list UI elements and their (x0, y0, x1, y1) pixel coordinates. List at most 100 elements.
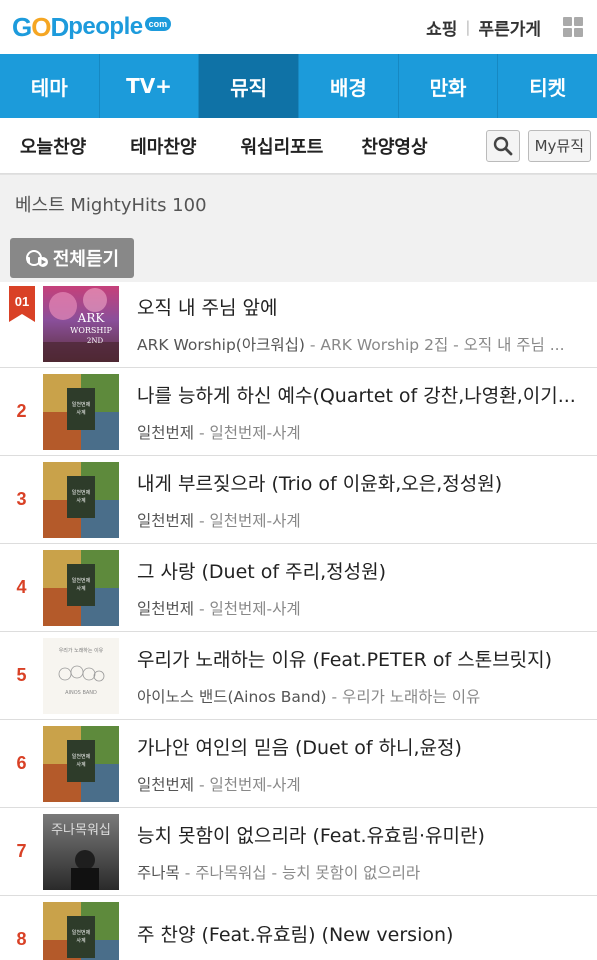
song-meta: 주나목 - 주나목워십 - 능치 못함이 없으리라 (137, 861, 587, 883)
song-album: - 일천번제-사계 (194, 599, 301, 618)
song-info: 가나안 여인의 믿음 (Duet of 하니,윤정) 일천번제 - 일천번제-사… (137, 733, 587, 795)
nav-tab-tickets[interactable]: 티켓 (498, 54, 597, 118)
rank-number: 8 (16, 929, 27, 949)
svg-text:일천번제: 일천번제 (72, 753, 91, 760)
section-title: 베스트 MightyHits 100 (0, 174, 597, 232)
song-artist[interactable]: 일천번제 (137, 424, 194, 442)
song-album: - 일천번제-사계 (194, 423, 301, 442)
song-info: 우리가 노래하는 이유 (Feat.PETER of 스톤브릿지) 아이노스 밴… (137, 645, 587, 707)
song-title[interactable]: 주 찬양 (Feat.유효림) (New version) (137, 920, 587, 947)
godpeople-logo[interactable]: GOD people com (12, 11, 172, 43)
search-button[interactable] (485, 129, 520, 162)
song-artist[interactable]: 주나목 (137, 864, 180, 882)
song-row[interactable]: 8 일천번제 사계 주 찬양 (Feat.유효림) (New version) (0, 896, 597, 960)
svg-text:사계: 사계 (76, 937, 86, 944)
song-row[interactable]: 2 일천번제 사계 나를 능하게 하신 예수(Quartet of 강찬,나영환,… (0, 368, 597, 456)
nav-tab-music[interactable]: 뮤직 (199, 54, 300, 118)
song-info: 주 찬양 (Feat.유효림) (New version) (137, 920, 587, 960)
song-row[interactable]: 7 주나목워십 능치 못함이 없으리라 (Feat.유효림·유미란) 주나목 -… (0, 808, 597, 896)
song-artist[interactable]: 일천번제 (137, 776, 194, 794)
rank-badge: 01 (9, 286, 35, 322)
search-icon (493, 136, 512, 155)
logo-com-badge: com (144, 17, 172, 31)
song-row[interactable]: 5 우리가 노래하는 이유 AINOS BAND 우리가 노래하는 이유 (Fea… (0, 632, 597, 720)
song-meta: 일천번제 - 일천번제-사계 (137, 597, 587, 619)
song-album: - ARK Worship 2집 - 오직 내 주님 ... (304, 335, 565, 354)
song-title[interactable]: 능치 못함이 없으리라 (Feat.유효림·유미란) (137, 821, 587, 848)
play-all-button[interactable]: 전체듣기 (10, 238, 134, 278)
svg-text:일천번제: 일천번제 (72, 489, 91, 496)
subnav-worship-report[interactable]: 워십리포트 (241, 133, 324, 159)
song-row[interactable]: 6 일천번제 사계 가나안 여인의 믿음 (Duet of 하니,윤정) 일천번제… (0, 720, 597, 808)
subnav-theme-praise[interactable]: 테마찬양 (130, 133, 196, 159)
rank-number: 6 (16, 753, 27, 773)
album-cover[interactable]: 일천번제 사계 (43, 901, 119, 960)
rank-number: 4 (16, 577, 27, 597)
shopping-link[interactable]: 쇼핑 (426, 15, 457, 40)
song-artist[interactable]: 일천번제 (137, 600, 194, 618)
subnav-praise-video[interactable]: 찬양영상 (361, 133, 427, 159)
play-all-row: 전체듣기 (0, 232, 597, 282)
song-meta: 일천번제 - 일천번제-사계 (137, 773, 587, 795)
svg-text:사계: 사계 (76, 761, 86, 768)
divider: | (465, 18, 471, 36)
song-title[interactable]: 가나안 여인의 믿음 (Duet of 하니,윤정) (137, 733, 587, 760)
song-info: 능치 못함이 없으리라 (Feat.유효림·유미란) 주나목 - 주나목워십 -… (137, 821, 587, 883)
song-meta: 일천번제 - 일천번제-사계 (137, 421, 587, 443)
song-title[interactable]: 나를 능하게 하신 예수(Quartet of 강찬,나영환,이기... (137, 381, 587, 408)
logo-god-text: GOD (12, 11, 69, 42)
song-info: 내게 부르짖으라 (Trio of 이윤화,오은,정성원) 일천번제 - 일천번… (137, 469, 587, 531)
song-title[interactable]: 오직 내 주님 앞에 (137, 293, 587, 320)
song-album: - 일천번제-사계 (194, 775, 301, 794)
play-all-label: 전체듣기 (52, 249, 120, 270)
song-row[interactable]: 3 일천번제 사계 내게 부르짖으라 (Trio of 이윤화,오은,정성원) 일… (0, 456, 597, 544)
song-title[interactable]: 내게 부르짖으라 (Trio of 이윤화,오은,정성원) (137, 469, 587, 496)
rank-number: 5 (16, 665, 27, 685)
album-cover[interactable]: 우리가 노래하는 이유 AINOS BAND (43, 637, 119, 714)
song-artist[interactable]: ARK Worship(아크워십) (137, 336, 305, 354)
song-album: - 주나목워십 - 능치 못함이 없으리라 (179, 863, 421, 882)
album-cover[interactable]: 일천번제 사계 (43, 549, 119, 626)
logo-people-text: people (68, 13, 143, 40)
rank-number: 7 (16, 841, 27, 861)
rank-number: 01 (15, 294, 29, 309)
subnav-today-praise[interactable]: 오늘찬양 (20, 133, 86, 159)
song-row[interactable]: 4 일천번제 사계 그 사랑 (Duet of 주리,정성원) 일천번제 - 일천… (0, 544, 597, 632)
apps-grid-icon[interactable] (563, 17, 583, 37)
song-album: - 일천번제-사계 (194, 511, 301, 530)
svg-text:일천번제: 일천번제 (72, 929, 91, 936)
svg-text:AINOS BAND: AINOS BAND (65, 690, 97, 696)
main-nav: 테마 TV+ 뮤직 배경 만화 티켓 (0, 54, 597, 118)
svg-text:우리가 노래하는 이유: 우리가 노래하는 이유 (59, 647, 104, 654)
rank-number: 2 (16, 401, 27, 421)
album-cover[interactable]: 주나목워십 (43, 813, 119, 890)
song-title[interactable]: 그 사랑 (Duet of 주리,정성원) (137, 557, 587, 584)
album-cover[interactable]: 일천번제 사계 (43, 725, 119, 802)
svg-text:사계: 사계 (76, 585, 86, 592)
sub-nav: 오늘찬양 테마찬양 워십리포트 찬양영상 My뮤직 (0, 118, 597, 174)
song-row[interactable]: 01 ARK WORSHIP 2ND 오직 내 주님 앞에 ARK Worshi… (0, 280, 597, 368)
song-meta: 아이노스 밴드(Ainos Band) - 우리가 노래하는 이유 (137, 685, 587, 707)
song-artist[interactable]: 아이노스 밴드(Ainos Band) (137, 688, 327, 706)
headphones-play-icon (25, 250, 48, 267)
nav-tab-theme[interactable]: 테마 (0, 54, 100, 118)
song-meta: 일천번제 - 일천번제-사계 (137, 509, 587, 531)
my-music-button[interactable]: My뮤직 (527, 129, 591, 162)
song-title[interactable]: 우리가 노래하는 이유 (Feat.PETER of 스톤브릿지) (137, 645, 587, 672)
song-info: 오직 내 주님 앞에 ARK Worship(아크워십) - ARK Worsh… (137, 293, 587, 355)
store-link[interactable]: 푸른가게 (478, 15, 541, 40)
song-artist[interactable]: 일천번제 (137, 512, 194, 530)
svg-text:주나목워십: 주나목워십 (51, 823, 111, 838)
nav-tab-background[interactable]: 배경 (299, 54, 399, 118)
song-list: 01 ARK WORSHIP 2ND 오직 내 주님 앞에 ARK Worshi… (0, 280, 597, 960)
nav-tab-tv[interactable]: TV+ (100, 54, 200, 118)
album-cover[interactable]: 일천번제 사계 (43, 373, 119, 450)
song-info: 나를 능하게 하신 예수(Quartet of 강찬,나영환,이기... 일천번… (137, 381, 587, 443)
header-links: 쇼핑 | 푸른가게 (426, 15, 583, 40)
svg-text:2ND: 2ND (87, 337, 104, 345)
album-cover[interactable]: 일천번제 사계 (43, 461, 119, 538)
nav-tab-comics[interactable]: 만화 (399, 54, 499, 118)
album-cover[interactable]: ARK WORSHIP 2ND (43, 285, 119, 362)
song-album: - 우리가 노래하는 이유 (326, 687, 481, 706)
svg-text:사계: 사계 (76, 409, 86, 416)
